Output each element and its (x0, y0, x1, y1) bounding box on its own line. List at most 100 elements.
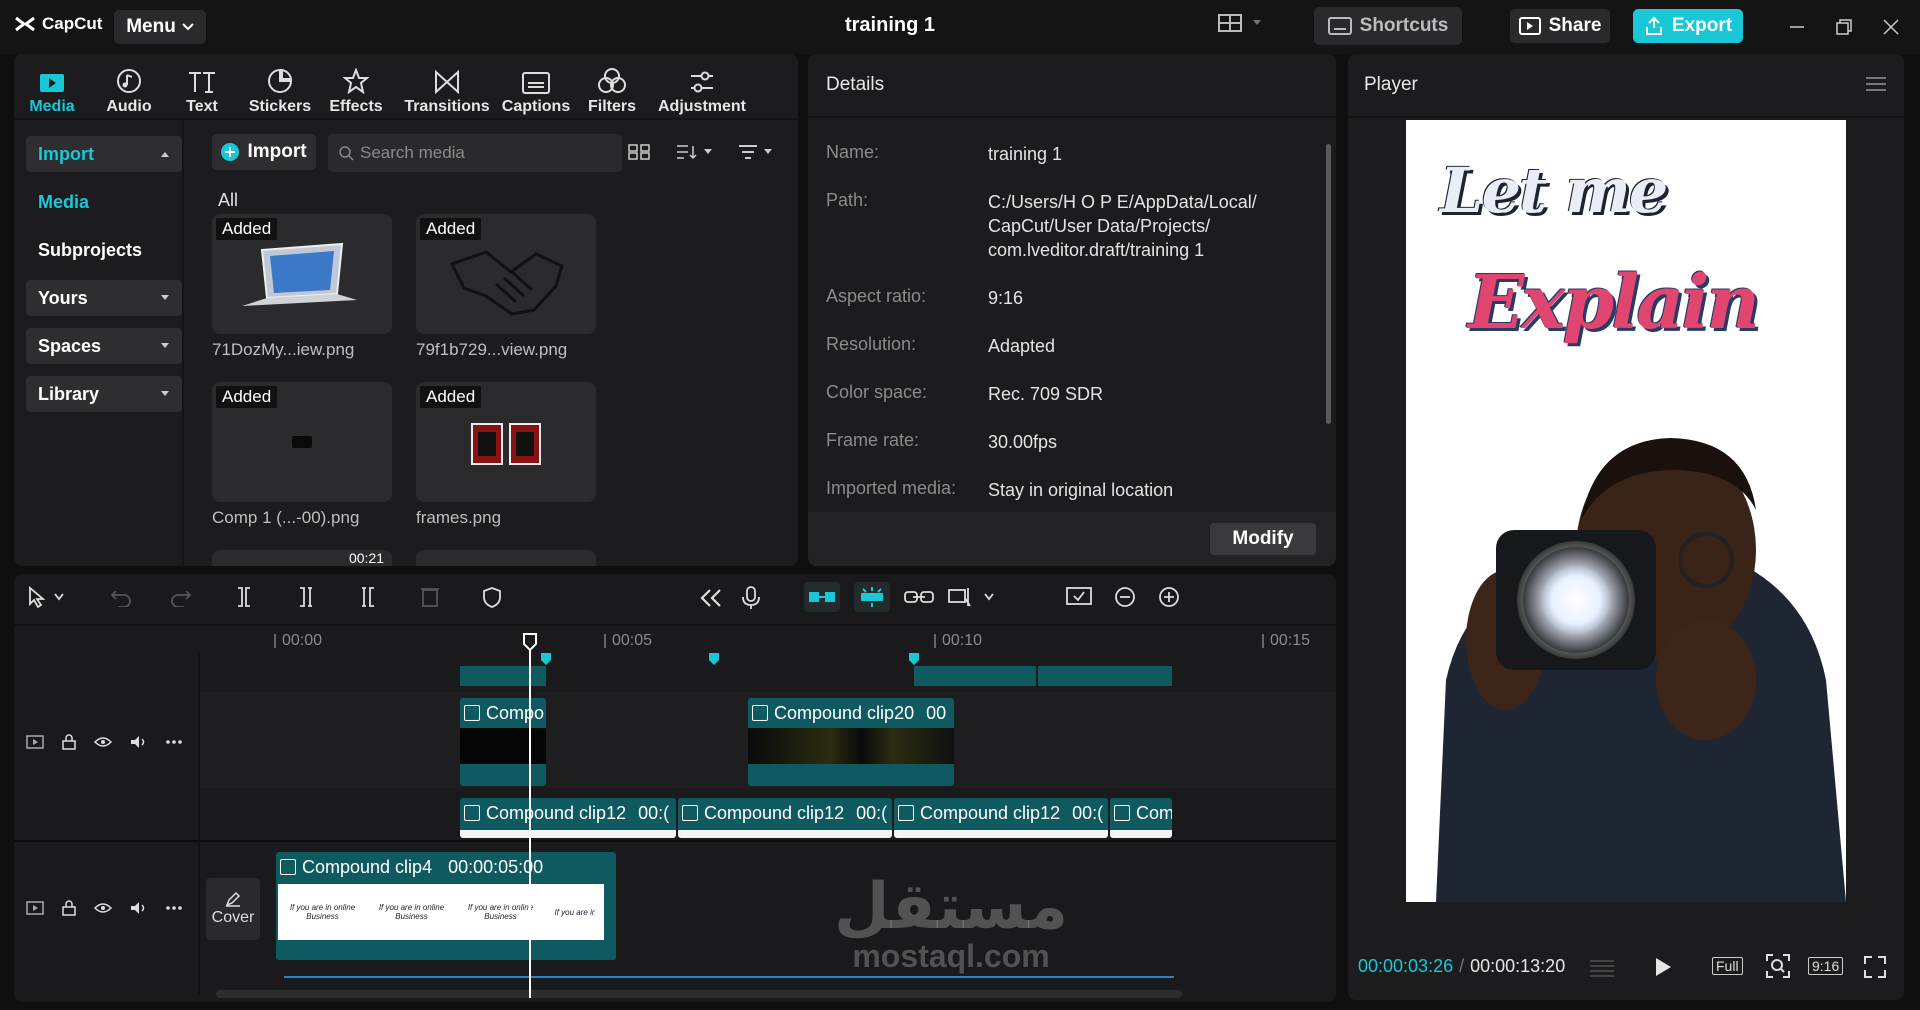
close-button[interactable] (1878, 14, 1904, 40)
speaker-icon[interactable] (130, 735, 148, 749)
tab-media[interactable]: Media (26, 60, 78, 116)
zoom-fit-button[interactable] (1766, 954, 1790, 978)
undo-icon[interactable] (110, 587, 132, 607)
ruler-label: 00:10 (942, 632, 983, 649)
share-label: Share (1548, 15, 1602, 36)
details-scrollbar[interactable] (1326, 144, 1331, 424)
tab-effects[interactable]: Effects (328, 60, 384, 116)
timeline-zoom-handle[interactable] (1588, 958, 1616, 978)
import-button[interactable]: Import (212, 134, 316, 170)
zoom-in-icon[interactable] (1158, 586, 1180, 608)
play-button[interactable] (1654, 957, 1672, 977)
compound-clip[interactable]: Compound clip12 00:( (460, 798, 676, 838)
compound-clip[interactable]: Compound clip12 00:( (678, 798, 892, 838)
compound-clip[interactable]: Compound clip20 00 (748, 698, 954, 786)
marker-icon[interactable] (708, 652, 720, 666)
sort-button[interactable] (676, 144, 712, 160)
compound-clip[interactable]: Compound clip12 00:( (894, 798, 1108, 838)
minimize-button[interactable] (1784, 14, 1810, 40)
chevron-down-icon (1253, 20, 1261, 25)
tab-captions[interactable]: Captions (500, 60, 572, 116)
clip-label: Compound clip4 (302, 856, 433, 877)
fullscreen-button[interactable] (1864, 956, 1886, 978)
sidebar-item-spaces[interactable]: Spaces (26, 328, 182, 364)
horizontal-scrollbar[interactable] (216, 990, 1182, 998)
media-item[interactable]: Added 71DozMy...iew.png (212, 214, 392, 360)
more-icon[interactable] (166, 740, 182, 744)
fullscreen-quality-button[interactable]: Full (1712, 957, 1743, 975)
player-menu-button[interactable] (1866, 76, 1886, 92)
preview-axis-button[interactable] (948, 586, 994, 608)
sidebar-item-library[interactable]: Library (26, 376, 182, 412)
search-input[interactable]: Search media (328, 134, 622, 172)
export-button[interactable]: Export (1633, 9, 1743, 43)
grid-view-button[interactable] (628, 144, 650, 160)
split-icon[interactable] (234, 586, 254, 608)
detail-value: training 1 (988, 144, 1063, 164)
tab-text[interactable]: Text (182, 60, 222, 116)
modify-button[interactable]: Modify (1210, 523, 1316, 555)
tab-adjustment[interactable]: Adjustment (652, 60, 752, 116)
sidebar-item-media[interactable]: Media (26, 184, 182, 220)
effect-bar[interactable] (914, 666, 1036, 686)
marker-icon[interactable] (540, 652, 552, 666)
tab-stickers[interactable]: Stickers (246, 60, 314, 116)
tab-filters[interactable]: Filters (584, 60, 640, 116)
preview-monitor-icon[interactable] (1066, 586, 1092, 608)
delete-left-icon[interactable] (296, 586, 316, 608)
shield-icon[interactable] (482, 586, 502, 608)
video-track-icon[interactable] (26, 735, 44, 749)
microphone-icon[interactable] (742, 586, 760, 610)
filter-button[interactable] (738, 144, 772, 160)
delete-right-icon[interactable] (358, 586, 378, 608)
rewind-icon[interactable] (700, 588, 722, 608)
time-ruler[interactable]: 00:00 00:05 00:10 00:15 (274, 626, 1334, 652)
select-tool-button[interactable] (28, 586, 64, 608)
detail-label: Color space: (826, 382, 928, 402)
marker-icon[interactable] (908, 652, 920, 666)
tab-audio[interactable]: Audio (104, 60, 154, 116)
chevron-down-icon (161, 343, 169, 348)
link-icon[interactable] (904, 587, 934, 607)
trash-icon[interactable] (420, 586, 440, 608)
aspect-ratio-button[interactable]: 9:16 (1808, 957, 1844, 975)
thumbnail-text: If you are in online Business (378, 903, 445, 921)
menu-button[interactable]: Menu (114, 10, 206, 44)
share-button[interactable]: Share (1510, 9, 1610, 43)
clip-header: Compo (460, 700, 546, 726)
speaker-icon[interactable] (130, 901, 148, 915)
compound-clip[interactable]: Com (1110, 798, 1172, 838)
zoom-out-icon[interactable] (1114, 586, 1136, 608)
sidebar-item-yours[interactable]: Yours (26, 280, 182, 316)
effect-bar[interactable] (1038, 666, 1172, 686)
maximize-button[interactable] (1831, 14, 1857, 40)
main-track-magnet-button[interactable] (804, 582, 840, 612)
media-item-partial[interactable] (416, 550, 596, 566)
media-item[interactable]: Added Comp 1 (...-00).png (212, 382, 392, 528)
video-track-icon[interactable] (26, 901, 44, 915)
more-icon[interactable] (166, 906, 182, 910)
tab-transitions[interactable]: Transitions (400, 60, 494, 116)
lock-icon[interactable] (62, 900, 76, 916)
playhead-line[interactable] (529, 636, 531, 998)
eye-icon[interactable] (94, 902, 112, 914)
video-preview[interactable]: Let me Explain (1406, 120, 1846, 902)
auto-snap-button[interactable] (854, 582, 890, 612)
media-item[interactable]: Added 79f1b729...view.png (416, 214, 596, 360)
layout-button[interactable] (1218, 14, 1262, 32)
redo-icon[interactable] (170, 587, 192, 607)
sidebar-item-import[interactable]: Import (26, 136, 182, 172)
playhead-handle-icon[interactable] (522, 632, 538, 652)
compound-clip[interactable]: Compo (460, 698, 546, 786)
media-item-partial[interactable]: 00:21 (212, 550, 392, 566)
clip-header: Compound clip4 00:00:05:00 (276, 854, 616, 880)
effect-bar[interactable] (460, 666, 546, 686)
sidebar-item-subprojects[interactable]: Subprojects (26, 232, 182, 268)
eye-icon[interactable] (94, 736, 112, 748)
lock-icon[interactable] (62, 734, 76, 750)
main-compound-clip[interactable]: Compound clip4 00:00:05:00 If you are in … (276, 852, 616, 960)
cover-button[interactable]: Cover (206, 878, 260, 940)
detail-value: 9:16 (988, 288, 1024, 308)
media-item[interactable]: Added frames.png (416, 382, 596, 528)
shortcuts-button[interactable]: Shortcuts (1314, 7, 1462, 45)
